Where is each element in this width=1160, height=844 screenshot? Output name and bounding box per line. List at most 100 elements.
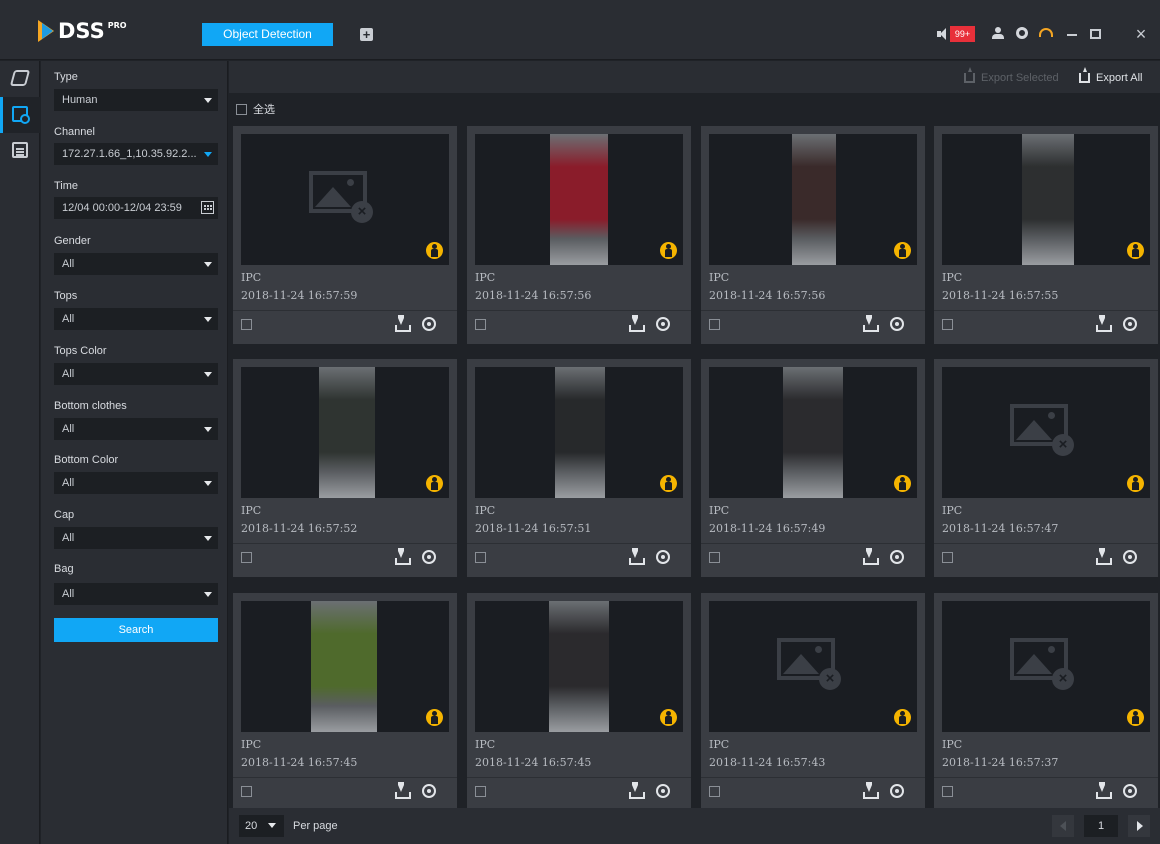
- bag-select[interactable]: All: [54, 583, 218, 605]
- result-card[interactable]: IPC 2018-11-24 16:57:49: [701, 359, 925, 577]
- download-icon[interactable]: [629, 318, 645, 332]
- snapshot-thumbnail[interactable]: [475, 601, 683, 732]
- tops-select[interactable]: All: [54, 308, 218, 330]
- rail-item-camera[interactable]: [0, 61, 40, 97]
- snapshot-thumbnail[interactable]: ×: [942, 601, 1150, 732]
- snapshot-thumbnail[interactable]: [942, 134, 1150, 265]
- result-card[interactable]: IPC 2018-11-24 16:57:56: [701, 126, 925, 344]
- gear-icon[interactable]: [1016, 27, 1028, 39]
- tab-object-detection[interactable]: Object Detection: [202, 23, 333, 46]
- playback-icon[interactable]: [890, 784, 904, 798]
- playback-icon[interactable]: [656, 550, 670, 564]
- result-checkbox[interactable]: [241, 319, 252, 330]
- snapshot-thumbnail[interactable]: [241, 367, 449, 498]
- result-checkbox[interactable]: [241, 552, 252, 563]
- playback-icon[interactable]: [422, 784, 436, 798]
- playback-icon[interactable]: [1123, 317, 1137, 331]
- per-page-select[interactable]: 20: [239, 815, 284, 837]
- performance-gauge-icon[interactable]: [1039, 28, 1053, 37]
- download-icon[interactable]: [863, 785, 879, 799]
- human-type-icon: [1127, 242, 1144, 259]
- previous-page-button[interactable]: [1052, 815, 1074, 837]
- close-icon[interactable]: ×: [1134, 25, 1148, 43]
- export-selected-button[interactable]: Export Selected: [964, 67, 1059, 85]
- playback-icon[interactable]: [422, 317, 436, 331]
- select-all[interactable]: 全选: [236, 101, 275, 117]
- result-checkbox[interactable]: [709, 552, 720, 563]
- calendar-icon[interactable]: [201, 201, 214, 214]
- playback-icon[interactable]: [1123, 550, 1137, 564]
- minimize-icon[interactable]: [1067, 34, 1077, 36]
- result-timestamp: 2018-11-24 16:57:49: [709, 522, 826, 535]
- playback-icon[interactable]: [890, 317, 904, 331]
- snapshot-thumbnail[interactable]: [475, 134, 683, 265]
- result-checkbox[interactable]: [942, 552, 953, 563]
- result-card[interactable]: IPC 2018-11-24 16:57:51: [467, 359, 691, 577]
- alarm-count-badge[interactable]: 99+: [950, 26, 975, 42]
- channel-select[interactable]: 172.27.1.66_1,10.35.92.2...: [54, 143, 218, 165]
- result-card[interactable]: IPC 2018-11-24 16:57:45: [467, 593, 691, 811]
- result-card[interactable]: × IPC 2018-11-24 16:57:47: [934, 359, 1158, 577]
- download-icon[interactable]: [863, 551, 879, 565]
- result-checkbox[interactable]: [942, 319, 953, 330]
- select-all-checkbox[interactable]: [236, 103, 247, 115]
- download-icon[interactable]: [395, 785, 411, 799]
- snapshot-thumbnail[interactable]: ×: [709, 601, 917, 732]
- result-timestamp: 2018-11-24 16:57:37: [942, 756, 1059, 769]
- cap-select[interactable]: All: [54, 527, 218, 549]
- result-source: IPC: [241, 504, 262, 517]
- result-card[interactable]: × IPC 2018-11-24 16:57:59: [233, 126, 457, 344]
- result-checkbox[interactable]: [475, 552, 486, 563]
- playback-icon[interactable]: [656, 784, 670, 798]
- snapshot-thumbnail[interactable]: [241, 601, 449, 732]
- result-card[interactable]: IPC 2018-11-24 16:57:55: [934, 126, 1158, 344]
- result-checkbox[interactable]: [475, 786, 486, 797]
- result-checkbox[interactable]: [709, 319, 720, 330]
- time-range-field[interactable]: 12/04 00:00-12/04 23:59: [54, 197, 218, 219]
- result-card[interactable]: IPC 2018-11-24 16:57:45: [233, 593, 457, 811]
- result-card[interactable]: × IPC 2018-11-24 16:57:37: [934, 593, 1158, 811]
- playback-icon[interactable]: [1123, 784, 1137, 798]
- snapshot-thumbnail[interactable]: ×: [942, 367, 1150, 498]
- result-checkbox[interactable]: [475, 319, 486, 330]
- person-snapshot-image: [550, 134, 608, 265]
- snapshot-thumbnail[interactable]: ×: [241, 134, 449, 265]
- result-checkbox[interactable]: [241, 786, 252, 797]
- playback-icon[interactable]: [656, 317, 670, 331]
- time-value: 12/04 00:00-12/04 23:59: [62, 202, 182, 214]
- gender-select[interactable]: All: [54, 253, 218, 275]
- playback-icon[interactable]: [422, 550, 436, 564]
- result-card[interactable]: IPC 2018-11-24 16:57:56: [467, 126, 691, 344]
- sound-icon[interactable]: [937, 28, 949, 40]
- snapshot-thumbnail[interactable]: [475, 367, 683, 498]
- result-checkbox[interactable]: [942, 786, 953, 797]
- snapshot-thumbnail[interactable]: [709, 134, 917, 265]
- result-card[interactable]: × IPC 2018-11-24 16:57:43: [701, 593, 925, 811]
- user-icon[interactable]: [992, 27, 1004, 40]
- download-icon[interactable]: [1096, 551, 1112, 565]
- download-icon[interactable]: [1096, 785, 1112, 799]
- download-icon[interactable]: [1096, 318, 1112, 332]
- rail-item-records[interactable]: [0, 133, 40, 169]
- snapshot-thumbnail[interactable]: [709, 367, 917, 498]
- playback-icon[interactable]: [890, 550, 904, 564]
- rail-item-object-search[interactable]: [0, 97, 40, 133]
- download-icon[interactable]: [395, 318, 411, 332]
- result-checkbox[interactable]: [709, 786, 720, 797]
- type-select[interactable]: Human: [54, 89, 218, 111]
- download-icon[interactable]: [629, 785, 645, 799]
- maximize-icon[interactable]: [1090, 29, 1101, 39]
- bottom-clothes-select[interactable]: All: [54, 418, 218, 440]
- download-icon[interactable]: [629, 551, 645, 565]
- download-icon[interactable]: [863, 318, 879, 332]
- bottom-color-select[interactable]: All: [54, 472, 218, 494]
- download-icon[interactable]: [395, 551, 411, 565]
- search-button[interactable]: Search: [54, 618, 218, 642]
- human-type-icon: [426, 242, 443, 259]
- next-page-button[interactable]: [1128, 815, 1150, 837]
- result-card[interactable]: IPC 2018-11-24 16:57:52: [233, 359, 457, 577]
- add-tab-icon[interactable]: +: [360, 28, 373, 41]
- export-all-button[interactable]: Export All: [1079, 67, 1142, 85]
- current-page-field[interactable]: 1: [1084, 815, 1118, 837]
- tops-color-select[interactable]: All: [54, 363, 218, 385]
